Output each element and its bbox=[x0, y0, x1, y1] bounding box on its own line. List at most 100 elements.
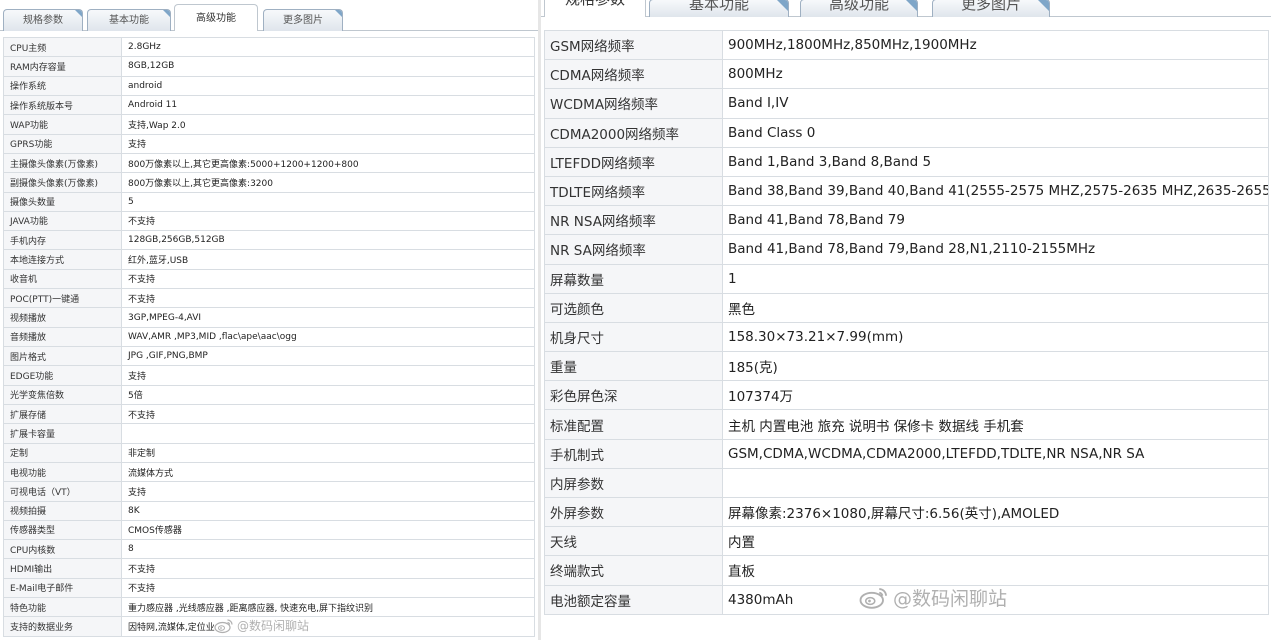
spec-row: JAVA功能 不支持 bbox=[3, 210, 535, 232]
spec-label: 摄像头数量 bbox=[3, 191, 122, 212]
spec-label: JAVA功能 bbox=[3, 210, 122, 232]
spec-value: 直板 bbox=[722, 555, 1269, 586]
spec-value bbox=[722, 467, 1269, 499]
spec-value: 屏幕像素:2376×1080,屏幕尺寸:6.56(英寸),AMOLED bbox=[722, 496, 1269, 528]
spec-value: Band Class 0 bbox=[722, 117, 1269, 148]
spec-label: WCDMA网络频率 bbox=[544, 88, 723, 119]
spec-row: WAP功能 支持,Wap 2.0 bbox=[3, 114, 535, 135]
left-tab-specs[interactable]: 规格参数 bbox=[3, 9, 83, 31]
spec-value: 5 bbox=[121, 191, 535, 212]
spec-row: 屏幕数量 1 bbox=[544, 263, 1269, 294]
spec-label: 传感器类型 bbox=[3, 519, 122, 541]
spec-value: 5倍 bbox=[121, 384, 535, 405]
spec-label: 终端款式 bbox=[544, 555, 723, 586]
spec-value: 2.8GHz bbox=[121, 36, 535, 58]
spec-row: 外屏参数 屏幕像素:2376×1080,屏幕尺寸:6.56(英寸),AMOLED bbox=[544, 496, 1269, 528]
spec-label: 视频播放 bbox=[3, 307, 122, 328]
spec-row: CPU主频 2.8GHz bbox=[3, 36, 535, 58]
spec-value: 不支持 bbox=[121, 268, 535, 290]
spec-value: 不支持 bbox=[121, 403, 535, 425]
left-tab-more-images[interactable]: 更多图片 bbox=[263, 9, 343, 31]
spec-row: LTEFDD网络频率 Band 1,Band 3,Band 8,Band 5 bbox=[544, 146, 1269, 177]
spec-row: 重量 185(克) bbox=[544, 351, 1269, 382]
spec-value: 128GB,256GB,512GB bbox=[121, 230, 535, 251]
spec-row: 手机内存 128GB,256GB,512GB bbox=[3, 230, 535, 251]
spec-row: POC(PTT)一键通 不支持 bbox=[3, 288, 535, 309]
left-tab-basic[interactable]: 基本功能 bbox=[87, 9, 171, 31]
spec-row: 定制 非定制 bbox=[3, 442, 535, 463]
right-tab-bar: 规格参数 基本功能 高级功能 更多图片 bbox=[541, 0, 1271, 17]
spec-value: 800MHz bbox=[722, 59, 1269, 90]
spec-value: JPG ,GIF,PNG,BMP bbox=[121, 345, 535, 367]
spec-value: 不支持 bbox=[121, 288, 535, 309]
spec-value: 3GP,MPEG-4,AVI bbox=[121, 307, 535, 328]
spec-label: TDLTE网络频率 bbox=[544, 175, 723, 207]
spec-value: android bbox=[121, 75, 535, 96]
spec-label: 本地连接方式 bbox=[3, 249, 122, 270]
spec-value: GSM,CDMA,WCDMA,CDMA2000,LTEFDD,TDLTE,NR … bbox=[722, 438, 1269, 469]
left-tab-advanced[interactable]: 高级功能 bbox=[174, 4, 258, 31]
spec-row: 光学变焦倍数 5倍 bbox=[3, 384, 535, 405]
spec-row: E-Mail电子邮件 不支持 bbox=[3, 577, 535, 599]
spec-row: HDMI输出 不支持 bbox=[3, 558, 535, 579]
right-tab-specs[interactable]: 规格参数 bbox=[544, 0, 646, 17]
spec-label: 手机制式 bbox=[544, 438, 723, 469]
spec-label: NR SA网络频率 bbox=[544, 234, 723, 265]
spec-value: 1 bbox=[722, 263, 1269, 294]
spec-row: 标准配置 主机 内置电池 旅充 说明书 保修卡 数据线 手机套 bbox=[544, 409, 1269, 440]
spec-label: CPU主频 bbox=[3, 36, 122, 58]
spec-label: NR NSA网络频率 bbox=[544, 205, 723, 236]
spec-value: 8 bbox=[121, 539, 535, 560]
spec-value: 支持,Wap 2.0 bbox=[121, 114, 535, 135]
right-tab-basic[interactable]: 基本功能 bbox=[649, 0, 789, 17]
spec-label: HDMI输出 bbox=[3, 558, 122, 579]
spec-row: 可视电话（VT） 支持 bbox=[3, 481, 535, 502]
spec-row: 支持的数据业务 因特网,流媒体,定位业 bbox=[3, 616, 535, 637]
spec-row: WCDMA网络频率 Band I,IV bbox=[544, 88, 1269, 119]
spec-label: 操作系统版本号 bbox=[3, 94, 122, 116]
right-spec-table: GSM网络频率 900MHz,1800MHz,850MHz,1900MHz CDMA… bbox=[544, 29, 1269, 615]
spec-label: 手机内存 bbox=[3, 230, 122, 251]
spec-label: 标准配置 bbox=[544, 409, 723, 440]
spec-label: EDGE功能 bbox=[3, 365, 122, 386]
spec-label: E-Mail电子邮件 bbox=[3, 577, 122, 599]
spec-row: 电视功能 流媒体方式 bbox=[3, 461, 535, 483]
spec-row: 传感器类型 CMOS传感器 bbox=[3, 519, 535, 541]
spec-row: CDMA网络频率 800MHz bbox=[544, 59, 1269, 90]
spec-label: 重量 bbox=[544, 351, 723, 382]
spec-row: 终端款式 直板 bbox=[544, 555, 1269, 586]
spec-value: 185(克) bbox=[722, 351, 1269, 382]
spec-value: 8K bbox=[121, 500, 535, 521]
spec-label: 收音机 bbox=[3, 268, 122, 290]
spec-row: 扩展存储 不支持 bbox=[3, 403, 535, 425]
spec-row: 扩展卡容量 bbox=[3, 423, 535, 444]
spec-value: 800万像素以上,其它更高像素:3200 bbox=[121, 172, 535, 193]
spec-value: 8GB,12GB bbox=[121, 56, 535, 77]
spec-label: GSM网络频率 bbox=[544, 29, 723, 61]
spec-row: 可选颜色 黑色 bbox=[544, 292, 1269, 323]
spec-label: 机身尺寸 bbox=[544, 321, 723, 353]
left-spec-panel: 规格参数 基本功能 高级功能 更多图片 CPU主频 2.8GHz RAM内存容量 8G… bbox=[0, 0, 538, 640]
spec-row: 内屏参数 bbox=[544, 467, 1269, 499]
spec-row: 音频播放 WAV,AMR ,MP3,MID ,flac\ape\aac\ogg bbox=[3, 326, 535, 348]
spec-row: 主摄像头像素(万像素) 800万像素以上,其它更高像素:5000+1200+120… bbox=[3, 152, 535, 174]
right-tab-more-images[interactable]: 更多图片 bbox=[932, 0, 1050, 17]
spec-value: Band I,IV bbox=[722, 88, 1269, 119]
spec-value: 158.30×73.21×7.99(mm) bbox=[722, 321, 1269, 353]
spec-row: 彩色屏色深 107374万 bbox=[544, 380, 1269, 411]
spec-label: RAM内存容量 bbox=[3, 56, 122, 77]
spec-row: 操作系统 android bbox=[3, 75, 535, 96]
spec-value: 支持 bbox=[121, 481, 535, 502]
spec-value: 不支持 bbox=[121, 577, 535, 599]
spec-value: Band 41,Band 78,Band 79,Band 28,N1,2110-… bbox=[722, 234, 1269, 265]
spec-value: 主机 内置电池 旅充 说明书 保修卡 数据线 手机套 bbox=[722, 409, 1269, 440]
spec-row: GSM网络频率 900MHz,1800MHz,850MHz,1900MHz bbox=[544, 29, 1269, 61]
spec-label: 彩色屏色深 bbox=[544, 380, 723, 411]
spec-label: 图片格式 bbox=[3, 345, 122, 367]
spec-value: 不支持 bbox=[121, 210, 535, 232]
spec-value: 流媒体方式 bbox=[121, 461, 535, 483]
right-tab-advanced[interactable]: 高级功能 bbox=[800, 0, 918, 17]
spec-value: 内置 bbox=[722, 526, 1269, 557]
spec-row: NR NSA网络频率 Band 41,Band 78,Band 79 bbox=[544, 205, 1269, 236]
spec-row: RAM内存容量 8GB,12GB bbox=[3, 56, 535, 77]
